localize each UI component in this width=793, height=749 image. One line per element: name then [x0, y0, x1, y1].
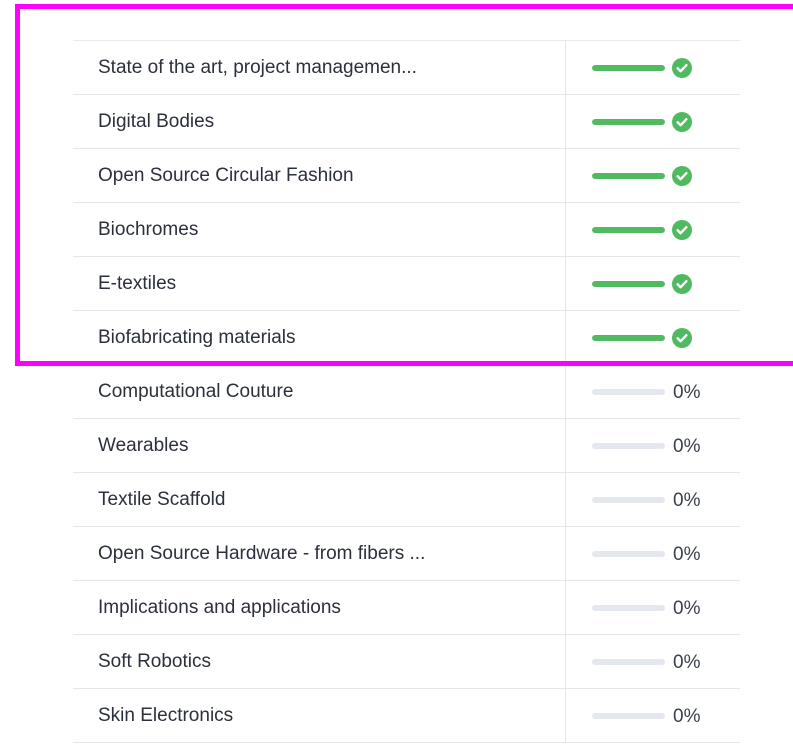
column-divider — [565, 473, 566, 526]
course-row[interactable]: Digital Bodies — [73, 95, 740, 149]
course-progress — [592, 203, 732, 256]
course-name-link[interactable]: Biochromes — [98, 203, 198, 256]
course-row[interactable]: Implications and applications 0% — [73, 581, 740, 635]
course-row[interactable]: State of the art, project managemen... — [73, 41, 740, 95]
progress-bar-track — [592, 605, 665, 611]
check-circle-icon — [672, 328, 692, 348]
course-progress-table: State of the art, project managemen... Di… — [73, 40, 740, 743]
progress-percent-label: 0% — [673, 598, 701, 619]
course-progress: 0% — [592, 581, 732, 634]
course-progress: 0% — [592, 419, 732, 472]
course-progress: 0% — [592, 473, 732, 526]
progress-bar-track — [592, 227, 665, 233]
check-circle-icon — [672, 220, 692, 240]
course-row[interactable]: Soft Robotics 0% — [73, 635, 740, 689]
course-name-link[interactable]: State of the art, project managemen... — [98, 41, 417, 94]
progress-bar-track — [592, 659, 665, 665]
course-row[interactable]: Wearables 0% — [73, 419, 740, 473]
course-progress: 0% — [592, 527, 732, 580]
progress-bar-fill — [592, 173, 665, 179]
course-progress — [592, 41, 732, 94]
course-name-link[interactable]: Computational Couture — [98, 365, 293, 418]
column-divider — [565, 257, 566, 310]
course-row[interactable]: Biochromes — [73, 203, 740, 257]
course-progress — [592, 257, 732, 310]
column-divider — [565, 203, 566, 256]
check-circle-icon — [672, 274, 692, 294]
course-name-link[interactable]: Open Source Hardware - from fibers ... — [98, 527, 425, 580]
progress-bar-track — [592, 119, 665, 125]
progress-bar-fill — [592, 65, 665, 71]
column-divider — [565, 149, 566, 202]
course-row[interactable]: Computational Couture 0% — [73, 365, 740, 419]
progress-bar-track — [592, 497, 665, 503]
progress-bar-fill — [592, 227, 665, 233]
column-divider — [565, 635, 566, 688]
progress-bar-track — [592, 551, 665, 557]
course-row[interactable]: Open Source Hardware - from fibers ... 0% — [73, 527, 740, 581]
progress-percent-label: 0% — [673, 652, 701, 673]
column-divider — [565, 419, 566, 472]
check-circle-icon — [672, 112, 692, 132]
progress-percent-label: 0% — [673, 436, 701, 457]
progress-bar-fill — [592, 119, 665, 125]
progress-percent-label: 0% — [673, 382, 701, 403]
progress-bar-track — [592, 65, 665, 71]
course-progress: 0% — [592, 689, 732, 742]
column-divider — [565, 311, 566, 364]
course-name-link[interactable]: E-textiles — [98, 257, 176, 310]
progress-bar-track — [592, 173, 665, 179]
course-name-link[interactable]: Open Source Circular Fashion — [98, 149, 354, 202]
progress-bar-track — [592, 389, 665, 395]
course-row[interactable]: Biofabricating materials — [73, 311, 740, 365]
course-name-link[interactable]: Wearables — [98, 419, 188, 472]
progress-percent-label: 0% — [673, 544, 701, 565]
check-circle-icon — [672, 166, 692, 186]
column-divider — [565, 365, 566, 418]
progress-bar-fill — [592, 335, 665, 341]
progress-bar-fill — [592, 281, 665, 287]
course-progress — [592, 95, 732, 148]
progress-bar-track — [592, 335, 665, 341]
course-name-link[interactable]: Soft Robotics — [98, 635, 211, 688]
progress-percent-label: 0% — [673, 706, 701, 727]
column-divider — [565, 41, 566, 94]
progress-bar-track — [592, 281, 665, 287]
course-progress — [592, 149, 732, 202]
progress-bar-track — [592, 713, 665, 719]
check-circle-icon — [672, 58, 692, 78]
column-divider — [565, 689, 566, 742]
course-name-link[interactable]: Implications and applications — [98, 581, 341, 634]
column-divider — [565, 95, 566, 148]
column-divider — [565, 581, 566, 634]
progress-bar-track — [592, 443, 665, 449]
course-progress — [592, 311, 732, 364]
course-name-link[interactable]: Biofabricating materials — [98, 311, 295, 364]
course-row[interactable]: E-textiles — [73, 257, 740, 311]
course-name-link[interactable]: Skin Electronics — [98, 689, 233, 742]
course-row[interactable]: Skin Electronics 0% — [73, 689, 740, 743]
course-name-link[interactable]: Textile Scaffold — [98, 473, 225, 526]
column-divider — [565, 527, 566, 580]
progress-percent-label: 0% — [673, 490, 701, 511]
course-progress: 0% — [592, 635, 732, 688]
course-name-link[interactable]: Digital Bodies — [98, 95, 214, 148]
course-progress: 0% — [592, 365, 732, 418]
course-row[interactable]: Textile Scaffold 0% — [73, 473, 740, 527]
course-row[interactable]: Open Source Circular Fashion — [73, 149, 740, 203]
